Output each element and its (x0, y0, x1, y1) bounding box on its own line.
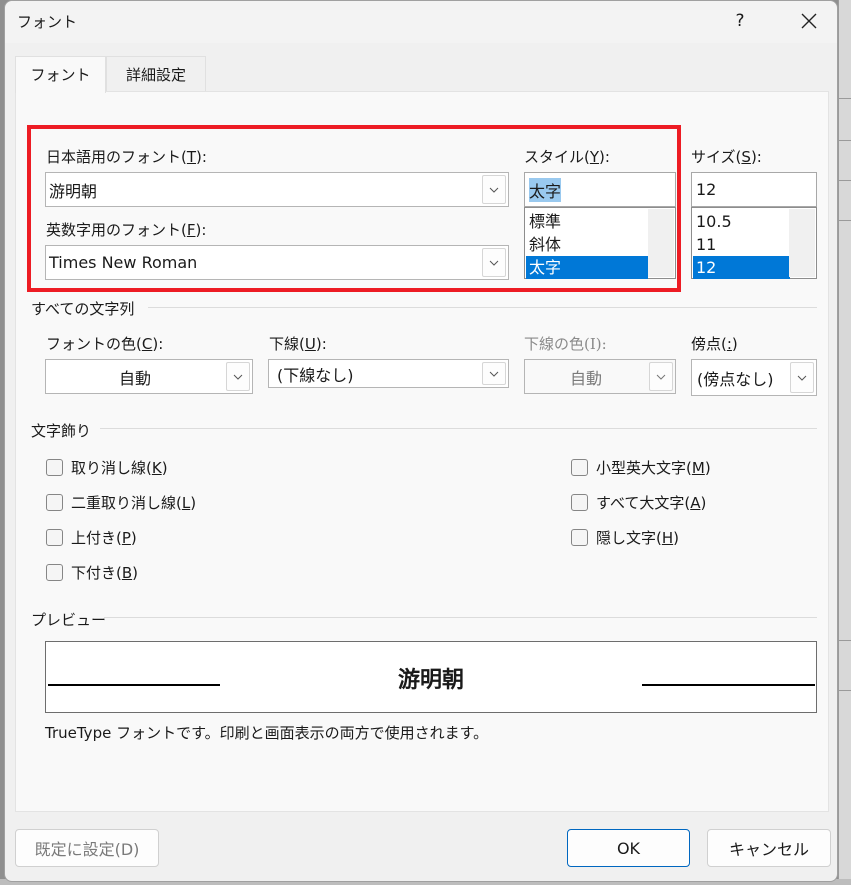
group-divider (104, 617, 817, 618)
latin-font-label: 英数字用のフォント(F): (46, 221, 207, 239)
latin-font-combobox[interactable]: Times New Roman (45, 245, 509, 280)
emphasis-value: (傍点なし) (697, 369, 774, 389)
chevron-down-icon (489, 260, 499, 266)
background-window-edge (838, 0, 851, 885)
preview-box: 游明朝 (45, 641, 817, 713)
chevron-down-icon (489, 371, 499, 377)
preview-sample-text: 游明朝 (397, 667, 464, 693)
style-option-selected[interactable]: 太字 (526, 256, 648, 279)
double-strikethrough-checkbox[interactable]: 二重取り消し線(L) (46, 492, 196, 513)
size-listbox-scrollbar[interactable] (789, 209, 815, 277)
all-text-group-title: すべての文字列 (31, 300, 135, 318)
close-icon (801, 13, 817, 29)
checkbox-box[interactable] (571, 529, 588, 546)
tab-font[interactable]: フォント (15, 56, 106, 93)
checkbox-box[interactable] (571, 494, 588, 511)
underline-combobox[interactable]: (下線なし) (268, 359, 509, 388)
latin-font-value: Times New Roman (49, 253, 198, 272)
subscript-checkbox[interactable]: 下付き(B) (46, 562, 138, 583)
emphasis-dropdown-button[interactable] (790, 362, 814, 393)
font-color-dropdown-button[interactable] (226, 362, 250, 391)
size-option[interactable]: 11 (693, 233, 790, 256)
underline-value: (下線なし) (277, 365, 354, 385)
style-listbox-scrollbar[interactable] (648, 209, 674, 277)
style-input-value: 太字 (529, 177, 562, 202)
checkbox-box[interactable] (46, 459, 63, 476)
preview-group-title: プレビュー (31, 611, 107, 629)
style-listbox[interactable]: 標準 斜体 太字 (524, 207, 676, 279)
tab-advanced[interactable]: 詳細設定 (106, 56, 206, 92)
emphasis-combobox[interactable]: (傍点なし) (691, 359, 817, 396)
style-input[interactable]: 太字 (524, 172, 676, 207)
chevron-down-icon (797, 375, 807, 381)
underline-label: 下線(U): (269, 335, 327, 353)
chevron-down-icon (489, 187, 499, 193)
effects-group-title: 文字飾り (31, 422, 92, 440)
cancel-button[interactable]: キャンセル (707, 829, 831, 867)
style-label: スタイル(Y): (524, 148, 610, 166)
checkbox-box[interactable] (46, 494, 63, 511)
superscript-checkbox[interactable]: 上付き(P) (46, 527, 137, 548)
strikethrough-checkbox[interactable]: 取り消し線(K) (46, 457, 168, 478)
help-button[interactable]: ? (729, 7, 751, 35)
japanese-font-value: 游明朝 (49, 181, 98, 201)
close-button[interactable] (795, 7, 823, 35)
small-caps-checkbox[interactable]: 小型英大文字(M) (571, 457, 711, 478)
title-bar: フォント ? (5, 1, 837, 43)
style-option[interactable]: 標準 (526, 210, 648, 233)
style-option[interactable]: 斜体 (526, 233, 648, 256)
latin-font-dropdown-button[interactable] (482, 248, 506, 277)
size-option[interactable]: 10.5 (693, 210, 790, 233)
size-input[interactable]: 12 (691, 172, 817, 207)
hidden-text-checkbox[interactable]: 隠し文字(H) (571, 527, 679, 548)
japanese-font-label: 日本語用のフォント(T): (46, 148, 207, 166)
group-divider (148, 307, 817, 308)
size-option-selected[interactable]: 12 (693, 256, 790, 279)
size-input-value: 12 (696, 180, 717, 199)
underline-color-combobox: 自動 (524, 359, 676, 394)
underline-dropdown-button[interactable] (482, 362, 506, 385)
size-listbox[interactable]: 10.5 11 12 (691, 207, 817, 279)
size-label: サイズ(S): (691, 148, 762, 166)
set-default-button[interactable]: 既定に設定(D) (15, 829, 159, 867)
group-divider (100, 428, 817, 429)
font-color-combobox[interactable]: 自動 (45, 359, 253, 394)
checkbox-box[interactable] (46, 529, 63, 546)
chevron-down-icon (233, 374, 243, 380)
underline-color-dropdown-button (649, 362, 673, 391)
font-description: TrueType フォントです。印刷と画面表示の両方で使用されます。 (45, 724, 489, 742)
japanese-font-dropdown-button[interactable] (482, 175, 506, 204)
dialog-title: フォント (17, 13, 78, 31)
preview-baseline-right (642, 684, 815, 686)
font-color-label: フォントの色(C): (46, 335, 164, 353)
font-color-value: 自動 (118, 368, 151, 388)
underline-color-value: 自動 (569, 368, 602, 388)
checkbox-box[interactable] (46, 564, 63, 581)
chevron-down-icon (656, 374, 666, 380)
checkbox-box[interactable] (571, 459, 588, 476)
ok-button[interactable]: OK (567, 829, 690, 867)
japanese-font-combobox[interactable]: 游明朝 (45, 172, 509, 207)
emphasis-label: 傍点(:) (691, 335, 738, 353)
all-caps-checkbox[interactable]: すべて大文字(A) (571, 492, 706, 513)
underline-color-label: 下線の色(I): (524, 335, 607, 353)
